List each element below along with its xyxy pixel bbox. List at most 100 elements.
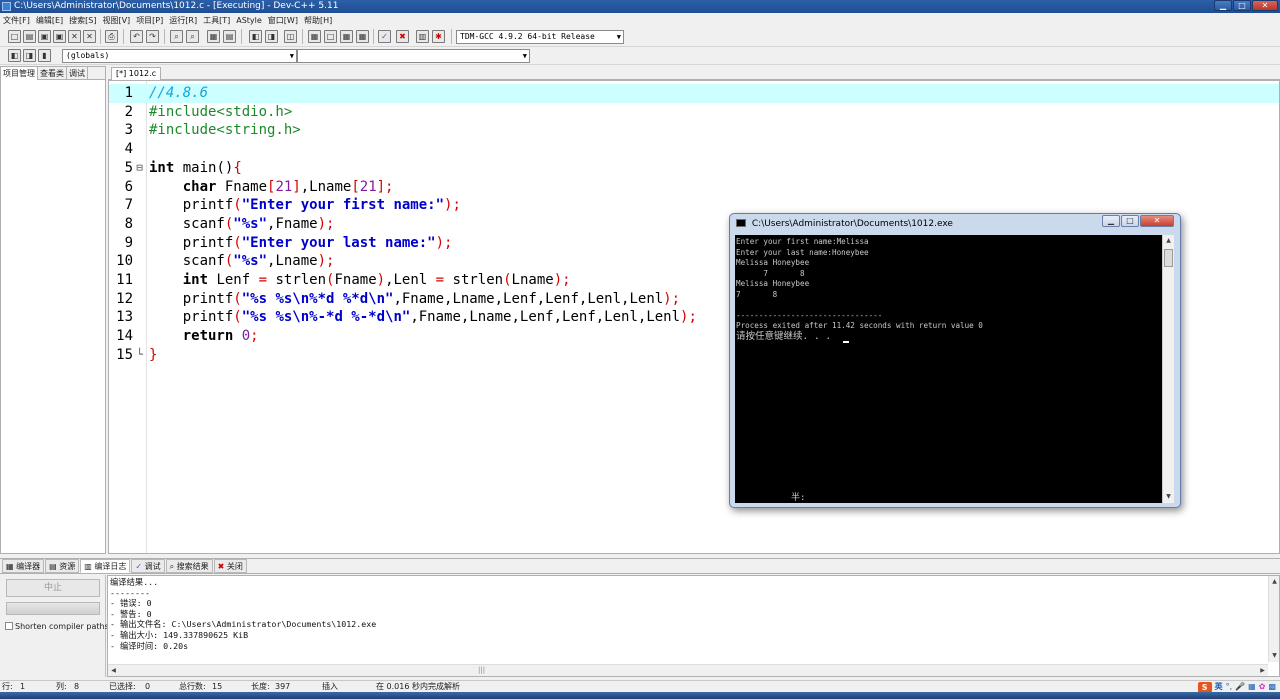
menu-help[interactable]: 帮助[H]	[304, 14, 332, 27]
code-text: int Lenf = strlen(Fname),Lenl = strlen(L…	[182, 272, 571, 288]
line-number: 3	[124, 122, 133, 139]
scope-select-value: (globals)	[66, 51, 110, 60]
close-button[interactable]: ✕	[1252, 0, 1278, 11]
open-file-icon[interactable]: ▤	[23, 30, 36, 43]
code-line[interactable]: 2 #include<stdio.h>	[109, 103, 1279, 122]
stop-button[interactable]: 中止	[6, 579, 100, 597]
toggle-icon[interactable]: ◨	[23, 49, 36, 62]
console-minimize-button[interactable]: ▁	[1102, 215, 1120, 227]
goto-line-icon[interactable]: ▦	[207, 30, 220, 43]
menu-window[interactable]: 窗口[W]	[268, 14, 298, 27]
fold-marker-icon[interactable]: └	[135, 346, 144, 365]
tab-debug-bottom[interactable]: ✓ 调试	[131, 559, 165, 573]
menu-project[interactable]: 项目[P]	[136, 14, 163, 27]
undo-icon[interactable]: ↶	[130, 30, 143, 43]
console-maximize-button[interactable]: □	[1121, 215, 1139, 227]
save-icon[interactable]: ▣	[38, 30, 51, 43]
line-number: 7	[124, 197, 133, 214]
tab-compile-log[interactable]: ▥ 编译日志	[80, 559, 131, 573]
chart-icon: ▥	[84, 562, 95, 571]
insert-icon[interactable]: ◧	[8, 49, 21, 62]
menu-edit[interactable]: 编辑[E]	[36, 14, 63, 27]
tab-resources[interactable]: ▤ 资源	[45, 559, 80, 573]
scroll-up-icon[interactable]: ▲	[1163, 235, 1174, 247]
code-text: scanf("%s",Lname);	[149, 253, 335, 270]
log-line: - 编译时间: 0.20s	[110, 640, 189, 651]
compile-log[interactable]: 编译结果... -------- - 错误: 0- 警告: 0- 输出文件名: C:…	[107, 575, 1280, 677]
find-icon[interactable]: ⌕	[170, 30, 183, 43]
close-file-icon[interactable]: ✕	[68, 30, 81, 43]
checkbox-icon[interactable]	[5, 622, 13, 630]
compiler-select[interactable]: TDM-GCC 4.9.2 64-bit Release ▼	[456, 30, 624, 44]
save-all-icon[interactable]: ▣	[53, 30, 66, 43]
log-horizontal-scrollbar[interactable]: ◀ ||| ▶	[108, 664, 1268, 676]
profile-chart-icon[interactable]: ▥	[416, 30, 429, 43]
scroll-up-icon[interactable]: ▲	[1269, 576, 1280, 588]
scope-select[interactable]: (globals) ▼	[62, 49, 297, 63]
scroll-right-icon[interactable]: ▶	[1257, 665, 1268, 677]
tab-compiler[interactable]: ▦ 编译器	[2, 559, 45, 573]
redo-icon[interactable]: ↷	[146, 30, 159, 43]
goto-icon[interactable]: ▮	[38, 49, 51, 62]
menu-search[interactable]: 搜索[S]	[69, 14, 96, 27]
tab-search-results[interactable]: ⌕ 搜索结果	[165, 559, 213, 573]
tab-debug[interactable]: 调试	[67, 67, 88, 80]
menu-run[interactable]: 运行[R]	[169, 14, 197, 27]
log-line: 编译结果...	[110, 577, 159, 587]
code-text: int main(){	[149, 159, 242, 176]
scroll-thumb[interactable]	[1164, 249, 1173, 267]
replace-icon[interactable]: ⌕	[186, 30, 199, 43]
tab-project[interactable]: 项目管理	[1, 67, 38, 80]
console-close-button[interactable]: ✕	[1140, 215, 1174, 227]
taskbar	[0, 692, 1280, 699]
console-line: --------------------------------	[736, 310, 883, 320]
compile-controls: 中止 Shorten compiler paths	[0, 575, 109, 677]
code-line[interactable]: 5 ⊟ int main(){	[109, 159, 1279, 178]
tab-classes[interactable]: 查看类	[38, 67, 67, 80]
toggle-comment-icon[interactable]: ◫	[284, 30, 297, 43]
scroll-down-icon[interactable]: ▼	[1163, 491, 1174, 503]
log-vertical-scrollbar[interactable]: ▲ ▼	[1268, 576, 1279, 662]
sogou-ime-icon[interactable]: S	[1197, 681, 1212, 693]
bookmark-icon[interactable]: ▤	[223, 30, 236, 43]
debug-icon[interactable]: ✱	[432, 30, 445, 43]
tab-file-1012[interactable]: [*] 1012.c	[111, 67, 162, 80]
check-syntax-icon[interactable]: ✓	[378, 30, 391, 43]
console-window[interactable]: C:\Users\Administrator\Documents\1012.ex…	[729, 213, 1181, 508]
tab-close[interactable]: ✖ 关闭	[213, 559, 247, 573]
compile-progress-bar	[6, 602, 100, 615]
scroll-down-icon[interactable]: ▼	[1269, 650, 1280, 662]
compile-icon[interactable]: ▦	[308, 30, 321, 43]
log-line: - 输出大小: 149.337890625 KiB	[110, 630, 249, 640]
scroll-left-icon[interactable]: ◀	[108, 665, 119, 677]
run-icon[interactable]: □	[324, 30, 337, 43]
menu-bar: 文件[F] 编辑[E] 搜索[S] 视图[V] 项目[P] 运行[R] 工具[T…	[0, 14, 1280, 27]
code-line[interactable]: 1 //4.8.6	[109, 84, 1279, 103]
menu-file[interactable]: 文件[F]	[3, 14, 30, 27]
menu-astyle[interactable]: AStyle	[236, 14, 262, 27]
fold-marker-icon[interactable]: ⊟	[135, 159, 144, 178]
indent-icon[interactable]: ◧	[249, 30, 262, 43]
stop-execution-icon[interactable]: ✖	[396, 30, 409, 43]
code-line[interactable]: 6 char Fname[21],Lname[21];	[109, 178, 1279, 197]
minimize-button[interactable]: ▁	[1214, 0, 1232, 11]
console-scrollbar[interactable]: ▲ ▼	[1162, 235, 1174, 503]
compiler-select-value: TDM-GCC 4.9.2 64-bit Release	[460, 32, 595, 41]
scroll-grip-icon[interactable]: |||	[478, 666, 485, 674]
function-select[interactable]: ▼	[297, 49, 530, 63]
menu-tools[interactable]: 工具[T]	[203, 14, 230, 27]
print-icon[interactable]: ⎙	[105, 30, 118, 43]
line-number: 9	[124, 234, 133, 251]
compile-run-icon[interactable]: ▦	[340, 30, 353, 43]
console-output[interactable]: Enter your first name:Melissa Enter your …	[735, 235, 1162, 503]
unindent-icon[interactable]: ◨	[265, 30, 278, 43]
maximize-button[interactable]: □	[1233, 0, 1251, 11]
code-line[interactable]: 3 #include<string.h>	[109, 121, 1279, 140]
code-line[interactable]: 4	[109, 140, 1279, 159]
console-line: 请按任意键继续. . .	[736, 330, 832, 342]
close-all-icon[interactable]: ✕	[83, 30, 96, 43]
menu-view[interactable]: 视图[V]	[102, 14, 130, 27]
new-file-icon[interactable]: □	[8, 30, 21, 43]
shorten-paths-checkbox[interactable]: Shorten compiler paths	[5, 622, 109, 632]
rebuild-icon[interactable]: ▦	[356, 30, 369, 43]
